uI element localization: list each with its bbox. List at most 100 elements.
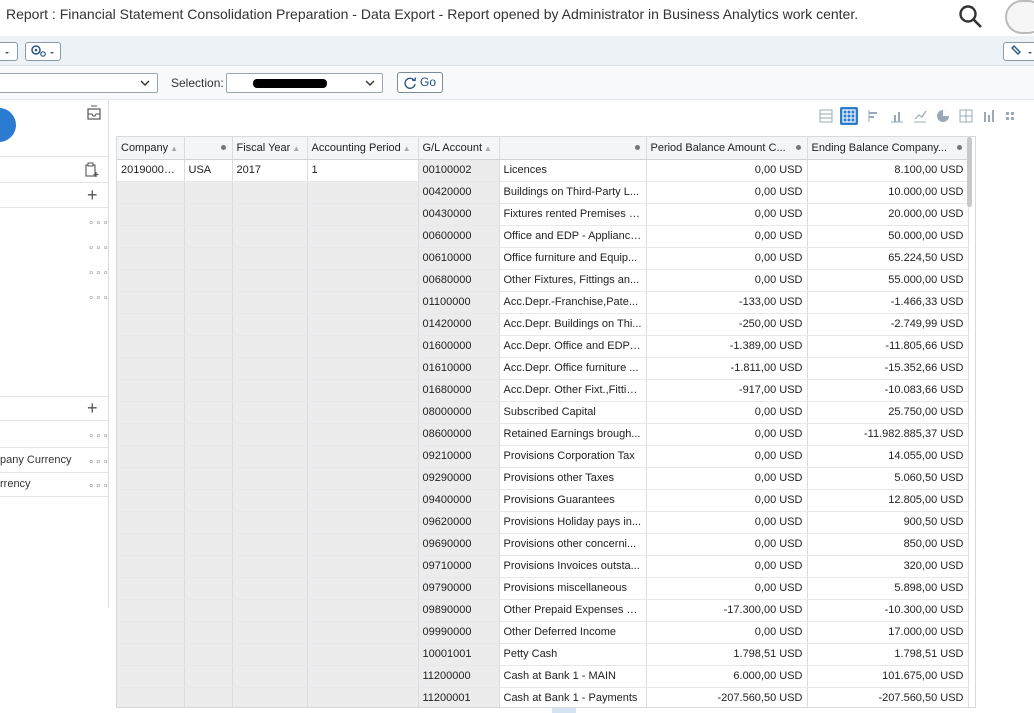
table-row[interactable]: 09400000 Provisions Guarantees 0,00 USD 12.… — [117, 489, 969, 512]
cell-gl-description: Acc.Depr. Office and EDP ... — [499, 335, 647, 358]
table-row[interactable]: 10001001 Petty Cash 1.798,51 USD 1.798,51 U… — [117, 643, 969, 666]
table-row[interactable]: 01100000 Acc.Depr.-Franchise,Pate... -133,… — [117, 291, 969, 314]
more-icon[interactable]: ∘∘∘ — [88, 268, 110, 279]
table-row[interactable]: 11200001 Cash at Bank 1 - Payments -207.56… — [117, 687, 969, 707]
divider — [0, 207, 108, 208]
table-row[interactable]: 01680000 Acc.Depr. Other Fixt.,Fittin... -… — [117, 379, 969, 402]
cell-company — [117, 555, 185, 578]
column-header-accounting-period[interactable]: Accounting Period ▲ — [307, 137, 419, 160]
cell-period-balance: -1.389,00 USD — [646, 335, 808, 358]
column-icon[interactable] — [980, 107, 998, 125]
crosstab-icon[interactable] — [957, 107, 975, 125]
table-row[interactable]: 00430000 Fixtures rented Premises (... 0,0… — [117, 203, 969, 226]
cell-period-balance: -1.811,00 USD — [646, 357, 808, 380]
more-icon[interactable]: ∘∘∘ — [88, 431, 110, 442]
chevron-down-icon — [365, 80, 375, 86]
toolbar-menu-button[interactable] — [0, 42, 18, 61]
table-row[interactable]: 01610000 Acc.Depr. Office furniture ... -1… — [117, 357, 969, 380]
cell-fiscal-year — [232, 269, 308, 292]
table-row[interactable]: 00680000 Other Fixtures, Fittings an... 0,… — [117, 269, 969, 292]
table-row[interactable]: 09710000 Provisions Invoices outsta... 0,0… — [117, 555, 969, 578]
table-row[interactable]: 08600000 Retained Earnings brough... 0,00 … — [117, 423, 969, 446]
pie-icon[interactable] — [934, 107, 952, 125]
cell-company — [117, 665, 185, 688]
cell-ending-balance: 101.675,00 USD — [807, 665, 969, 688]
column-header-fiscal-year[interactable]: Fiscal Year ▲ — [232, 137, 308, 160]
tools-button[interactable] — [1003, 42, 1034, 61]
search-icon[interactable] — [958, 4, 984, 30]
add-row-icon[interactable]: + — [87, 186, 98, 204]
cell-ending-balance: -10.083,66 USD — [807, 379, 969, 402]
table-row[interactable]: 09690000 Provisions other concerni... 0,00… — [117, 533, 969, 556]
table-row[interactable]: 01420000 Acc.Depr. Buildings on Thi... -25… — [117, 313, 969, 336]
table-row[interactable]: 09290000 Provisions other Taxes 0,00 USD 5.… — [117, 467, 969, 490]
data-table: Company ▲ Fiscal Year ▲ Accounting Period ▲… — [116, 136, 976, 708]
left-panel-item[interactable]: pany Currency — [0, 454, 72, 466]
pagination-indicator — [500, 706, 700, 713]
more-icon[interactable]: ∘∘∘ — [88, 243, 110, 254]
add-column-icon[interactable]: + — [87, 399, 98, 417]
cell-gl-account: 08000000 — [418, 401, 500, 424]
cell-fiscal-year — [232, 555, 308, 578]
cell-gl-account: 10001001 — [418, 643, 500, 666]
cell-fiscal-year — [232, 247, 308, 270]
table-row[interactable]: 00420000 Buildings on Third-Party L... 0,0… — [117, 181, 969, 204]
table-row[interactable]: 00610000 Office furniture and Equip... 0,0… — [117, 247, 969, 270]
table-row[interactable]: 08000000 Subscribed Capital 0,00 USD 25.750… — [117, 401, 969, 424]
vertical-scrollbar[interactable] — [967, 137, 972, 207]
table-icon[interactable] — [817, 107, 835, 125]
more-icon[interactable]: ∘∘∘ — [88, 481, 110, 492]
left-panel-item[interactable]: rrency — [0, 478, 31, 490]
more-icon[interactable] — [1003, 107, 1021, 125]
line-icon[interactable] — [911, 107, 929, 125]
grid-icon[interactable] — [840, 107, 858, 125]
table-row[interactable]: 2019000000 USA 2017 1 00100002 Licences 0,00 U… — [117, 159, 969, 182]
more-icon[interactable]: ∘∘∘ — [88, 293, 110, 304]
user-avatar[interactable] — [1005, 0, 1034, 34]
table-row[interactable]: 09790000 Provisions miscellaneous 0,00 USD… — [117, 577, 969, 600]
go-button[interactable]: Go — [397, 72, 443, 93]
bar-icon[interactable] — [888, 107, 906, 125]
cell-period-balance: 0,00 USD — [646, 577, 808, 600]
cell-period-balance: -17.300,00 USD — [646, 599, 808, 622]
cell-ending-balance: -11.982.885,37 USD — [807, 423, 969, 446]
cell-period-balance: -207.560,50 USD — [646, 687, 808, 707]
table-row[interactable]: 09210000 Provisions Corporation Tax 0,00 U… — [117, 445, 969, 468]
cell-company: 2019000000 — [117, 159, 185, 182]
cell-period — [307, 357, 419, 380]
cell-company — [117, 467, 185, 490]
table-row[interactable]: 09620000 Provisions Holiday pays in... 0,0… — [117, 511, 969, 534]
cell-period-balance: 0,00 USD — [646, 159, 808, 182]
column-header-gl-description[interactable] — [499, 137, 647, 160]
cell-fiscal-year — [232, 181, 308, 204]
divider — [0, 496, 108, 497]
column-header-gl-account[interactable]: G/L Account ▲ — [418, 137, 500, 160]
column-header-company[interactable]: Company ▲ — [117, 137, 185, 160]
more-icon[interactable]: ∘∘∘ — [88, 457, 110, 468]
cell-country — [184, 203, 233, 226]
cell-ending-balance: -2.749,99 USD — [807, 313, 969, 336]
column-header-ending-balance[interactable]: Ending Balance Company... — [807, 137, 969, 160]
chevron-down-icon — [140, 80, 150, 86]
table-row[interactable]: 01600000 Acc.Depr. Office and EDP ... -1.3… — [117, 335, 969, 358]
cell-period — [307, 533, 419, 556]
table-row[interactable]: 09990000 Other Deferred Income 0,00 USD 17.… — [117, 621, 969, 644]
table-row[interactable]: 00600000 Office and EDP - Appliances 0,00 … — [117, 225, 969, 248]
cell-company — [117, 643, 185, 666]
table-row[interactable]: 09890000 Other Prepaid Expenses a... -17.3… — [117, 599, 969, 622]
cell-company — [117, 225, 185, 248]
more-icon[interactable]: ∘∘∘ — [88, 218, 110, 229]
cell-gl-description: Office furniture and Equip... — [499, 247, 647, 270]
report-avatar-icon[interactable] — [0, 108, 16, 142]
bar-h-icon[interactable] — [865, 107, 883, 125]
cell-company — [117, 401, 185, 424]
column-header-period-balance[interactable]: Period Balance Amount C... — [646, 137, 808, 160]
table-row[interactable]: 11200000 Cash at Bank 1 - MAIN 6.000,00 US… — [117, 665, 969, 688]
cell-period-balance: 0,00 USD — [646, 511, 808, 534]
column-header-company-name[interactable] — [184, 137, 233, 160]
inbox-icon[interactable] — [86, 105, 102, 121]
variant-dropdown[interactable] — [0, 73, 158, 93]
selection-dropdown[interactable] — [226, 73, 383, 93]
clipboard-add-icon[interactable] — [84, 162, 100, 178]
settings-button[interactable] — [25, 42, 61, 61]
